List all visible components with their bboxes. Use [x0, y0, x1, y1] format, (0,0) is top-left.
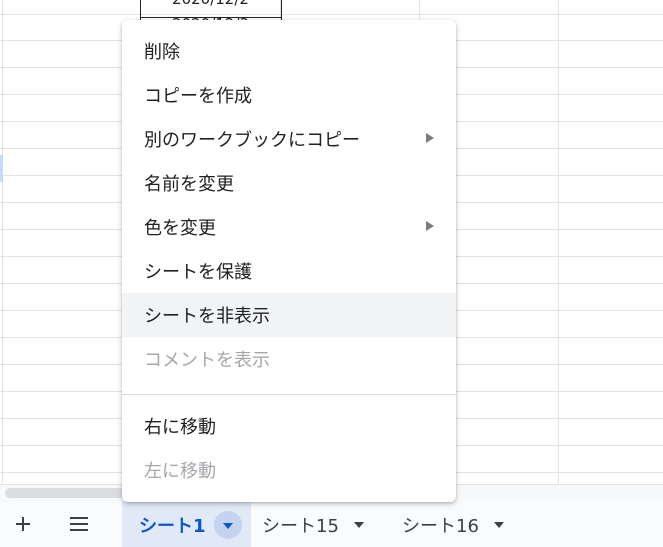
menu-item-label: 削除	[144, 42, 180, 63]
plus-icon	[15, 516, 31, 536]
menu-divider	[122, 394, 456, 395]
menu-item-delete[interactable]: 削除	[122, 29, 456, 73]
menu-item-copy-to-workbook[interactable]: 別のワークブックにコピー	[122, 117, 456, 161]
menu-item-protect-sheet[interactable]: シートを保護	[122, 249, 456, 293]
scrollbar-thumb[interactable]	[5, 488, 125, 498]
grid-line	[558, 0, 559, 484]
sheet-context-menu: 削除 コピーを作成 別のワークブックにコピー 名前を変更 色を変更 シートを保護…	[122, 20, 456, 502]
sheet-tab-1[interactable]: シート1	[122, 502, 251, 547]
menu-item-move-right[interactable]: 右に移動	[122, 404, 456, 448]
menu-item-rename[interactable]: 名前を変更	[122, 161, 456, 205]
submenu-arrow-icon	[426, 221, 434, 231]
menu-item-show-comments: コメントを表示	[122, 337, 456, 381]
sheet-tab-label: シート1	[139, 515, 206, 537]
menu-item-label: コメントを表示	[144, 350, 270, 371]
menu-item-label: シートを非表示	[144, 306, 270, 327]
caret-down-icon	[222, 514, 234, 535]
menu-item-label: 左に移動	[144, 461, 216, 482]
menu-item-label: 色を変更	[144, 218, 216, 239]
submenu-arrow-icon	[426, 133, 434, 143]
menu-item-change-color[interactable]: 色を変更	[122, 205, 456, 249]
menu-item-hide-sheet[interactable]: シートを非表示	[122, 293, 456, 337]
add-sheet-button[interactable]	[6, 509, 40, 543]
all-sheets-button[interactable]	[60, 509, 98, 543]
menu-item-label: 右に移動	[144, 417, 216, 438]
cell-date-value[interactable]: 2020/12/2	[140, 0, 281, 8]
grid-line	[0, 14, 663, 15]
menu-item-duplicate[interactable]: コピーを作成	[122, 73, 456, 117]
menu-item-label: 別のワークブックにコピー	[144, 130, 360, 151]
menu-item-label: 名前を変更	[144, 174, 234, 195]
menu-item-label: コピーを作成	[144, 86, 252, 107]
caret-down-icon[interactable]	[353, 521, 365, 529]
menu-item-move-left: 左に移動	[122, 448, 456, 492]
sheet-tab-15[interactable]: シート15	[262, 502, 365, 547]
row-selection-indicator	[0, 155, 3, 182]
menu-icon	[69, 516, 89, 536]
caret-down-icon[interactable]	[493, 521, 505, 529]
sheet-tab-menu-button[interactable]	[213, 510, 242, 539]
sheet-tab-label: シート16	[402, 515, 479, 537]
menu-item-label: シートを保護	[144, 262, 252, 283]
sheet-tab-16[interactable]: シート16	[402, 502, 505, 547]
grid-line	[2, 0, 3, 484]
sheet-tab-bar: シート1 シート15 シート16	[0, 502, 663, 547]
sheet-tab-label: シート15	[262, 515, 339, 537]
